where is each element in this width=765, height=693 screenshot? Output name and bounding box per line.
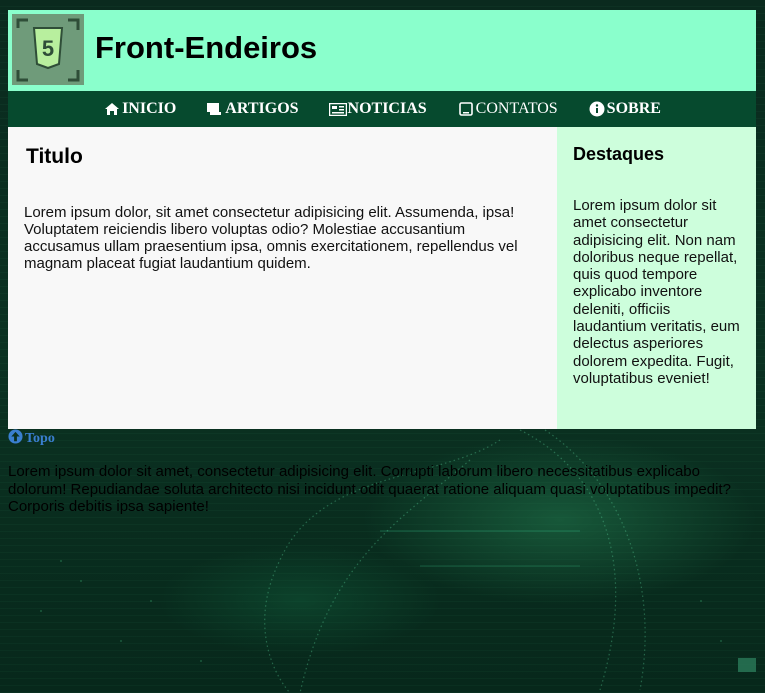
nav-item-contatos[interactable]: CONTATOS — [457, 100, 558, 118]
highlights-title: Destaques — [573, 144, 665, 164]
back-to-top-link[interactable]: Topo — [8, 429, 55, 449]
site-title: Front-Endeiros — [95, 30, 318, 65]
home-icon — [103, 101, 121, 117]
main-content: Titulo Lorem ipsum dolor, sit amet conse… — [8, 127, 557, 429]
highlights-sidebar: Destaques Lorem ipsum dolor sit amet con… — [557, 127, 756, 429]
nav-label: INICIO — [122, 100, 177, 117]
newspaper-icon — [328, 101, 347, 117]
arrow-up-circle-icon — [8, 429, 23, 449]
nav-item-artigos[interactable]: ARTIGOS — [206, 100, 299, 118]
back-to-top-label: Topo — [25, 431, 55, 446]
site-header: 5 Front-Endeiros — [8, 10, 756, 91]
nav-item-noticias[interactable]: NOTICIAS — [328, 100, 427, 118]
highlights-body: Lorem ipsum dolor sit amet consectetur a… — [573, 197, 740, 387]
footer-text: Lorem ipsum dolor sit amet, consectetur … — [8, 463, 731, 515]
main-nav: INICIO ARTIGOS NOTICIAS CONTATOS SOBRE — [8, 91, 756, 127]
svg-text:5: 5 — [42, 36, 54, 61]
nav-item-sobre[interactable]: SOBRE — [588, 100, 661, 118]
scroll-icon — [206, 101, 224, 117]
nav-item-inicio[interactable]: INICIO — [103, 100, 176, 118]
nav-label: CONTATOS — [475, 100, 558, 117]
post-title: Titulo — [26, 145, 83, 168]
nav-label: NOTICIAS — [347, 100, 427, 117]
nav-label: ARTIGOS — [225, 100, 299, 117]
tablet-icon — [457, 101, 475, 117]
html5-logo-icon[interactable]: 5 — [12, 14, 84, 85]
nav-label: SOBRE — [606, 100, 661, 117]
info-icon — [588, 101, 606, 117]
post-body: Lorem ipsum dolor, sit amet consectetur … — [24, 204, 518, 272]
